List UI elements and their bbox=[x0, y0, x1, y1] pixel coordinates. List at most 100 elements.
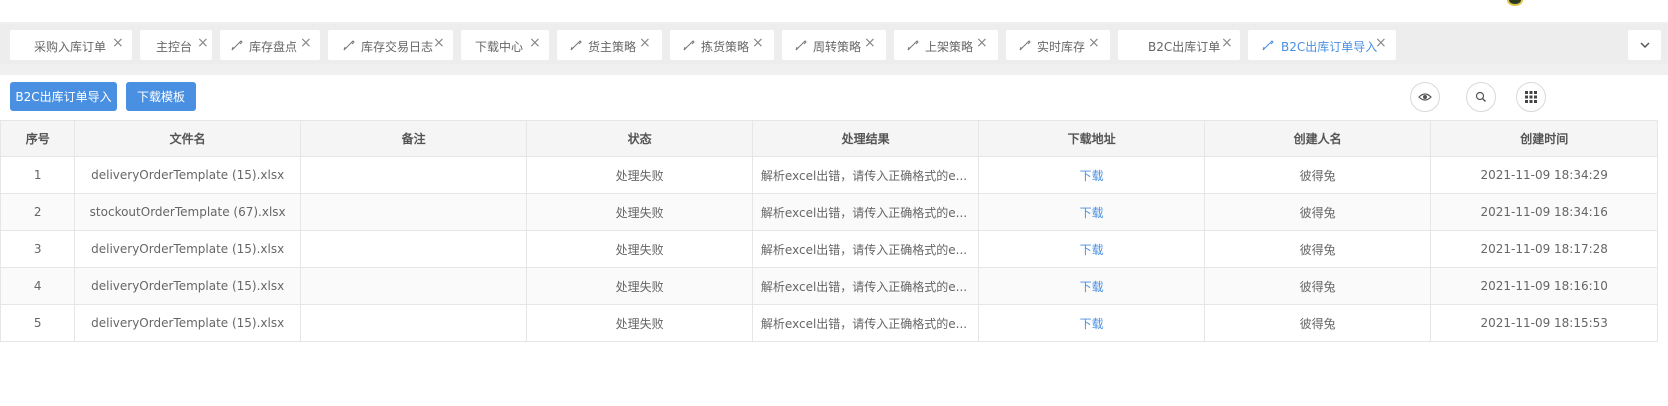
download-template-button[interactable]: 下载模板 bbox=[126, 82, 196, 111]
download-link[interactable]: 下载 bbox=[1080, 280, 1104, 294]
cell-filename: stockoutOrderTemplate (67).xlsx bbox=[74, 193, 301, 231]
tab-label: 主控台 bbox=[156, 40, 193, 54]
cell-creator: 彼得兔 bbox=[1203, 193, 1432, 231]
pen-icon bbox=[1262, 40, 1274, 51]
cell-no: 4 bbox=[0, 267, 76, 305]
pen-icon bbox=[683, 40, 695, 51]
cell-filename: deliveryOrderTemplate (15).xlsx bbox=[74, 304, 301, 342]
col-header-note: 备注 bbox=[299, 120, 528, 157]
download-link[interactable]: 下载 bbox=[1080, 243, 1104, 257]
pen-icon bbox=[795, 40, 807, 51]
col-header-no: 序号 bbox=[0, 120, 76, 157]
tab-inventory-log[interactable]: 库存交易日志 × bbox=[328, 30, 453, 60]
pen-icon bbox=[907, 40, 919, 51]
close-icon[interactable]: × bbox=[300, 35, 312, 51]
pen-icon bbox=[231, 40, 243, 51]
tab-turnover-strategy[interactable]: 周转策略 × bbox=[782, 30, 886, 60]
search-icon bbox=[1475, 91, 1486, 102]
tab-label: 库存交易日志 bbox=[361, 40, 434, 54]
tab-realtime-inventory[interactable]: 实时库存 × bbox=[1006, 30, 1110, 60]
grid-icon bbox=[1525, 91, 1537, 103]
main-panel: B2C出库订单导入 下载模板 序号 文件名 备注 状态 处理结果 下载地址 创建… bbox=[0, 75, 1668, 406]
cell-created-time: 2021-11-09 18:34:29 bbox=[1430, 156, 1658, 194]
close-icon[interactable]: × bbox=[976, 35, 988, 51]
cell-note bbox=[299, 230, 528, 268]
tab-purchase-inbound-order[interactable]: 采购入库订单 × bbox=[10, 30, 132, 60]
table-row: 4 deliveryOrderTemplate (15).xlsx 处理失败 解… bbox=[0, 267, 1658, 305]
download-link[interactable]: 下载 bbox=[1080, 206, 1104, 220]
tab-label: 周转策略 bbox=[813, 40, 862, 54]
tab-inventory-count[interactable]: 库存盘点 × bbox=[220, 30, 320, 60]
tab-download-center[interactable]: 下载中心 × bbox=[461, 30, 549, 60]
close-icon[interactable]: × bbox=[433, 35, 445, 51]
cell-no: 1 bbox=[0, 156, 76, 194]
tab-b2c-outbound-order-import[interactable]: B2C出库订单导入 × bbox=[1248, 30, 1396, 60]
cell-created-time: 2021-11-09 18:34:16 bbox=[1430, 193, 1658, 231]
tab-label: 货主策略 bbox=[588, 40, 637, 54]
tab-more-button[interactable] bbox=[1628, 30, 1661, 60]
table-row: 3 deliveryOrderTemplate (15).xlsx 处理失败 解… bbox=[0, 230, 1658, 268]
top-header bbox=[0, 0, 1668, 22]
download-link[interactable]: 下载 bbox=[1080, 169, 1104, 183]
close-icon[interactable]: × bbox=[112, 35, 124, 51]
close-icon[interactable]: × bbox=[529, 35, 541, 51]
tab-dashboard[interactable]: 主控台 × bbox=[140, 30, 212, 60]
tab-label: B2C出库订单 bbox=[1148, 40, 1221, 54]
grid-view-button[interactable] bbox=[1516, 82, 1546, 112]
tab-bar: 采购入库订单 × 主控台 × 库存盘点 × 库存交易日志 × 下载中心 × 货主… bbox=[0, 24, 1668, 64]
cell-no: 5 bbox=[0, 304, 76, 342]
tab-putaway-strategy[interactable]: 上架策略 × bbox=[894, 30, 998, 60]
cell-created-time: 2021-11-09 18:15:53 bbox=[1430, 304, 1658, 342]
close-icon[interactable]: × bbox=[1088, 35, 1100, 51]
cell-note bbox=[299, 193, 528, 231]
col-header-download: 下载地址 bbox=[978, 120, 1205, 157]
col-header-creator: 创建人名 bbox=[1203, 120, 1432, 157]
cell-status: 处理失败 bbox=[526, 267, 753, 305]
download-link[interactable]: 下载 bbox=[1080, 317, 1104, 331]
pen-icon bbox=[343, 40, 355, 51]
cell-status: 处理失败 bbox=[526, 304, 753, 342]
b2c-import-button[interactable]: B2C出库订单导入 bbox=[10, 82, 117, 111]
search-button[interactable] bbox=[1466, 82, 1496, 112]
tab-label: 上架策略 bbox=[925, 40, 974, 54]
cell-note bbox=[299, 267, 528, 305]
pen-icon bbox=[570, 40, 582, 51]
cell-filename: deliveryOrderTemplate (15).xlsx bbox=[74, 267, 301, 305]
cell-status: 处理失败 bbox=[526, 156, 753, 194]
tab-label: B2C出库订单导入 bbox=[1281, 40, 1378, 54]
tab-picking-strategy[interactable]: 拣货策略 × bbox=[670, 30, 774, 60]
chevron-down-icon bbox=[1639, 42, 1650, 49]
avatar[interactable] bbox=[1507, 0, 1523, 6]
close-icon[interactable]: × bbox=[752, 35, 764, 51]
eye-icon bbox=[1418, 93, 1432, 101]
cell-result: 解析excel出错，请传入正确格式的e... bbox=[751, 230, 980, 268]
cell-filename: deliveryOrderTemplate (15).xlsx bbox=[74, 156, 301, 194]
close-icon[interactable]: × bbox=[864, 35, 876, 51]
cell-created-time: 2021-11-09 18:17:28 bbox=[1430, 230, 1658, 268]
import-records-table: 序号 文件名 备注 状态 处理结果 下载地址 创建人名 创建时间 1 deliv… bbox=[0, 120, 1658, 342]
cell-filename: deliveryOrderTemplate (15).xlsx bbox=[74, 230, 301, 268]
tab-label: 拣货策略 bbox=[701, 40, 750, 54]
tab-owner-strategy[interactable]: 货主策略 × bbox=[557, 30, 662, 60]
col-header-result: 处理结果 bbox=[751, 120, 980, 157]
cell-created-time: 2021-11-09 18:16:10 bbox=[1430, 267, 1658, 305]
tab-label: 库存盘点 bbox=[249, 40, 298, 54]
table-row: 1 deliveryOrderTemplate (15).xlsx 处理失败 解… bbox=[0, 156, 1658, 194]
table-header-row: 序号 文件名 备注 状态 处理结果 下载地址 创建人名 创建时间 bbox=[0, 120, 1658, 157]
close-icon[interactable]: × bbox=[639, 35, 651, 51]
close-icon[interactable]: × bbox=[1375, 35, 1387, 51]
col-header-filename: 文件名 bbox=[74, 120, 301, 157]
tab-b2c-outbound-order[interactable]: B2C出库订单 × bbox=[1118, 30, 1240, 60]
cell-note bbox=[299, 304, 528, 342]
col-header-status: 状态 bbox=[526, 120, 753, 157]
tab-label: 实时库存 bbox=[1037, 40, 1086, 54]
close-icon[interactable]: × bbox=[1221, 35, 1233, 51]
tab-label: 采购入库订单 bbox=[34, 40, 107, 54]
cell-result: 解析excel出错，请传入正确格式的e... bbox=[751, 304, 980, 342]
cell-creator: 彼得兔 bbox=[1203, 267, 1432, 305]
pen-icon bbox=[1019, 40, 1031, 51]
cell-status: 处理失败 bbox=[526, 230, 753, 268]
toggle-columns-button[interactable] bbox=[1410, 82, 1440, 112]
cell-status: 处理失败 bbox=[526, 193, 753, 231]
close-icon[interactable]: × bbox=[197, 35, 209, 51]
